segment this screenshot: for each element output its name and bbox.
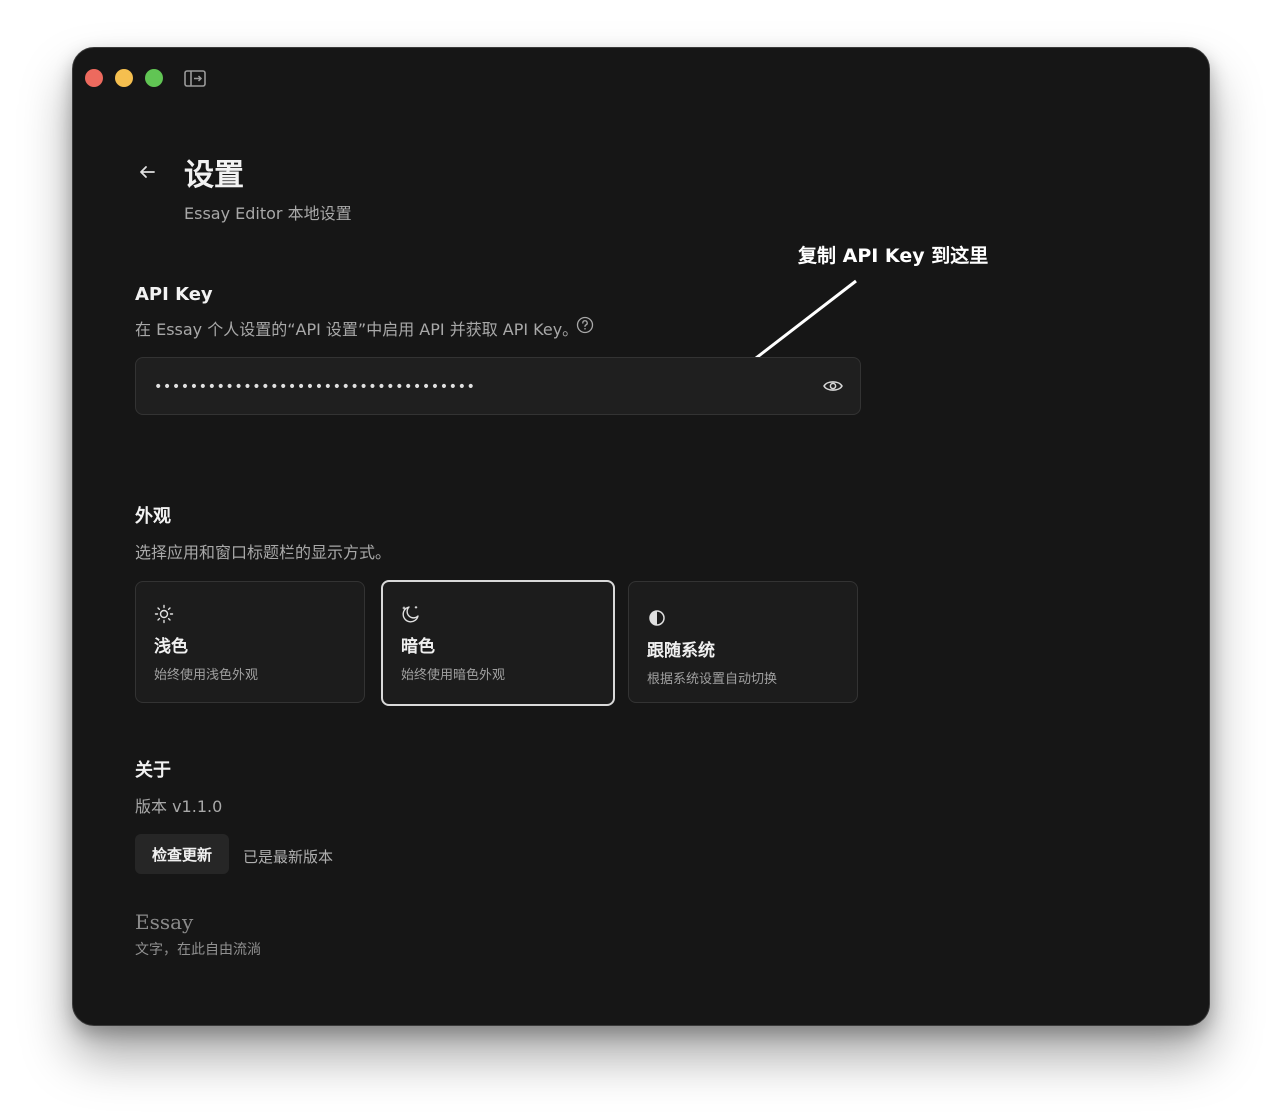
minimize-window-button[interactable] [115, 69, 133, 87]
footer-tagline: 文字，在此自由流淌 [135, 942, 261, 958]
page-title: 设置 [184, 158, 244, 193]
theme-option-desc: 根据系统设置自动切换 [647, 672, 778, 687]
theme-option-title: 浅色 [154, 637, 188, 657]
version-label: 版本 v1.1.0 [135, 797, 223, 816]
window-controls [85, 69, 163, 87]
api-key-description: 在 Essay 个人设置的“API 设置”中启用 API 并获取 API Key… [135, 320, 579, 339]
update-status: 已是最新版本 [243, 848, 334, 866]
api-key-field[interactable] [135, 357, 861, 416]
api-key-input[interactable] [152, 358, 796, 416]
app-window: 设置 Essay Editor 本地设置 复制 API Key 到这里 API … [72, 47, 1210, 1026]
zoom-window-button[interactable] [145, 69, 163, 87]
page-subtitle: Essay Editor 本地设置 [184, 204, 352, 223]
theme-option-title: 跟随系统 [647, 641, 715, 661]
theme-option-title: 暗色 [401, 637, 435, 657]
half-circle-icon [649, 610, 665, 626]
theme-option-system[interactable]: 跟随系统 根据系统设置自动切换 [628, 581, 858, 703]
check-update-button[interactable]: 检查更新 [135, 834, 229, 874]
close-window-button[interactable] [85, 69, 103, 87]
back-arrow-icon[interactable] [136, 161, 158, 183]
sun-icon [154, 604, 174, 624]
sidebar-toggle-icon[interactable] [184, 70, 206, 87]
api-key-section-title: API Key [135, 284, 213, 305]
theme-option-dark[interactable]: 暗色 始终使用暗色外观 [381, 580, 615, 706]
moon-icon [402, 605, 419, 623]
appearance-description: 选择应用和窗口标题栏的显示方式。 [135, 543, 392, 562]
footer-brand: Essay [135, 910, 194, 934]
show-password-eye-icon[interactable] [822, 376, 844, 396]
theme-option-desc: 始终使用暗色外观 [401, 668, 506, 683]
help-icon[interactable] [576, 316, 594, 334]
theme-option-light[interactable]: 浅色 始终使用浅色外观 [135, 581, 365, 703]
appearance-section-title: 外观 [135, 506, 171, 527]
theme-option-desc: 始终使用浅色外观 [154, 668, 259, 683]
annotation-label: 复制 API Key 到这里 [798, 245, 989, 267]
about-section-title: 关于 [135, 760, 171, 781]
